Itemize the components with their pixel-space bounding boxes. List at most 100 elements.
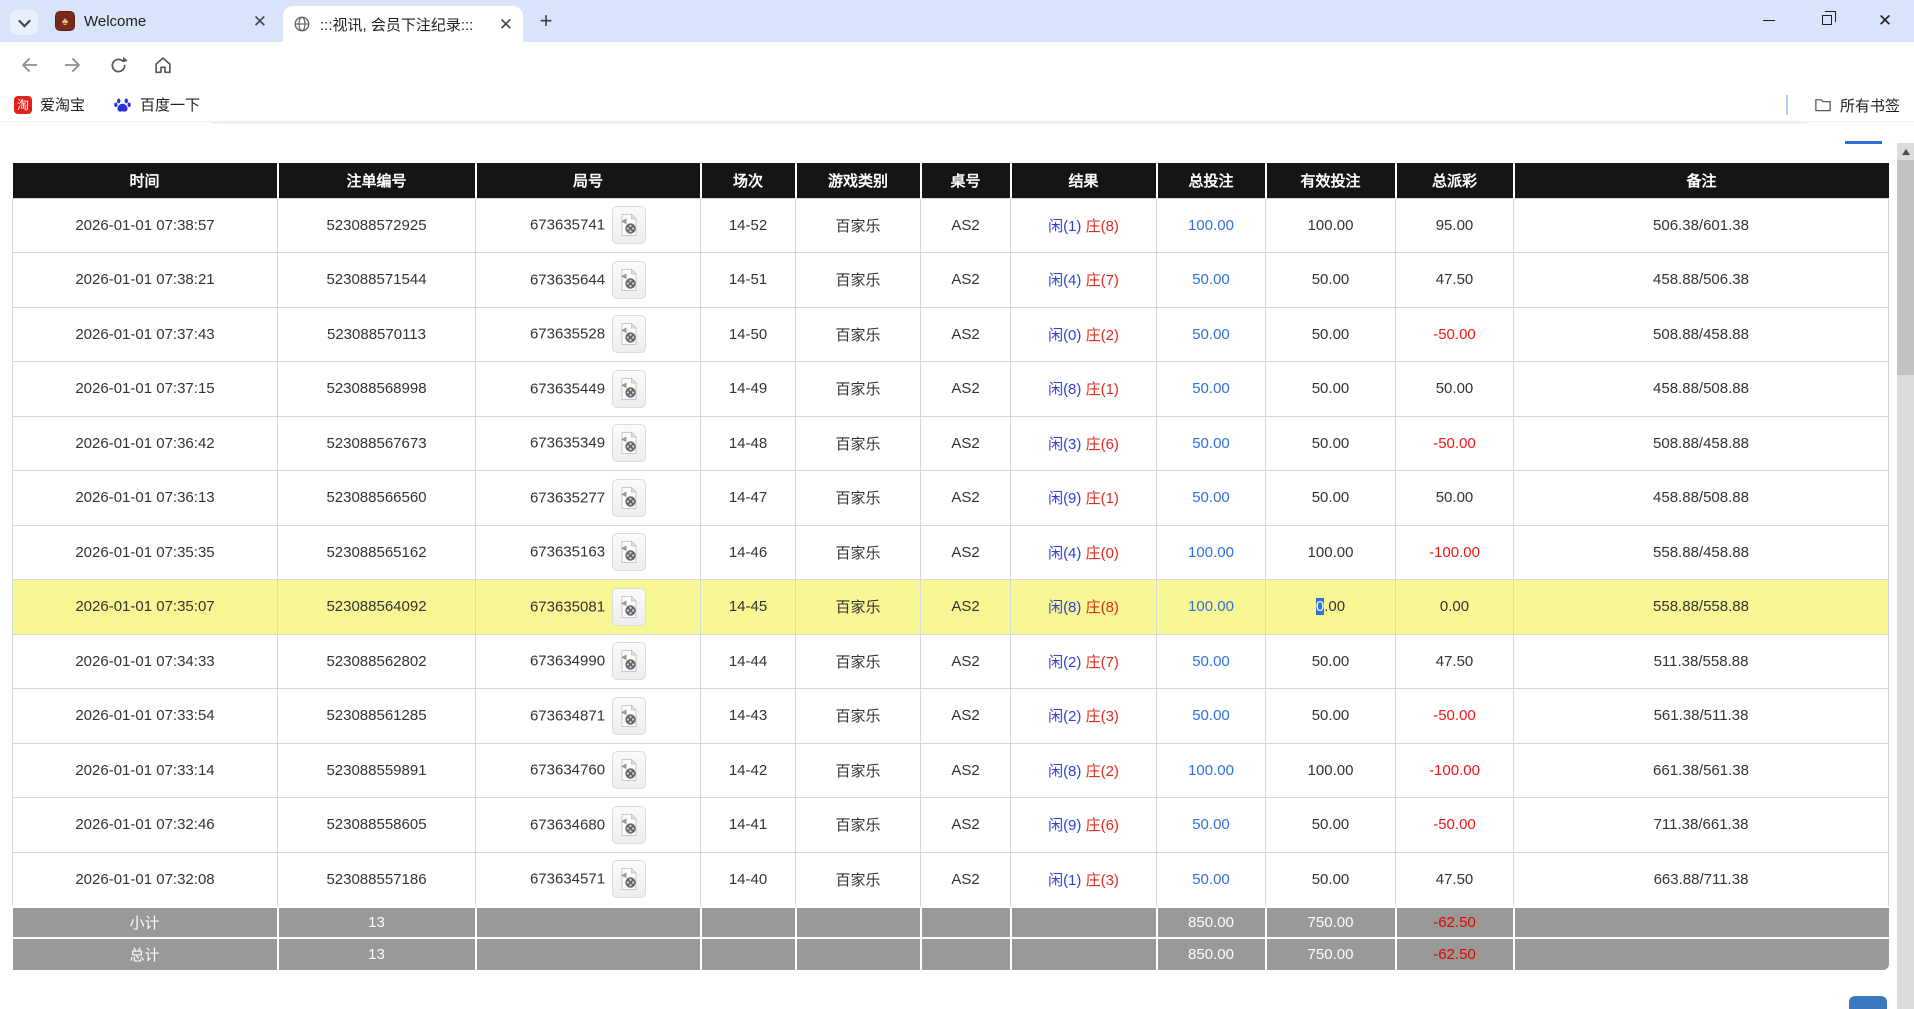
- tab-welcome[interactable]: ♠ Welcome ✕: [45, 0, 277, 42]
- table-row[interactable]: 2026-01-01 07:35:35523088565162673635163…: [13, 525, 1889, 580]
- total-bet-link[interactable]: 50.00: [1192, 326, 1230, 343]
- remark-cell: 661.38/561.38: [1514, 743, 1889, 798]
- back-button[interactable]: [12, 48, 46, 82]
- video-replay-button[interactable]: [612, 860, 646, 898]
- session-cell: 14-48: [701, 416, 796, 471]
- table-row[interactable]: 2026-01-01 07:34:33523088562802673634990…: [13, 634, 1889, 689]
- total-bet-link[interactable]: 50.00: [1192, 707, 1230, 724]
- round-cell: 673634871: [476, 689, 701, 744]
- total-bet-link[interactable]: 50.00: [1192, 816, 1230, 833]
- header-time: 时间: [13, 163, 278, 198]
- game-type-cell: 百家乐: [796, 634, 921, 689]
- video-replay-button[interactable]: [612, 642, 646, 680]
- session-cell: 14-44: [701, 634, 796, 689]
- video-replay-icon: [619, 813, 639, 837]
- tab-search-button[interactable]: [10, 10, 38, 35]
- forward-button[interactable]: [56, 48, 90, 82]
- total-bet-link[interactable]: 50.00: [1192, 871, 1230, 888]
- tab-close-icon[interactable]: ✕: [253, 13, 267, 30]
- header-result: 结果: [1011, 163, 1157, 198]
- video-replay-button[interactable]: [612, 261, 646, 299]
- video-replay-button[interactable]: [612, 751, 646, 789]
- video-replay-button[interactable]: [612, 424, 646, 462]
- tab-close-icon[interactable]: ✕: [499, 16, 513, 33]
- video-replay-button[interactable]: [612, 479, 646, 517]
- bookmark-taobao[interactable]: 淘 爱淘宝: [14, 94, 85, 115]
- session-cell: 14-52: [701, 198, 796, 253]
- footer-label-cell: 总计: [13, 938, 278, 970]
- round-number: 673634760: [530, 762, 605, 779]
- total-bet-cell: 50.00: [1157, 798, 1266, 853]
- minimize-button[interactable]: [1740, 0, 1798, 40]
- total-bet-cell: 50.00: [1157, 852, 1266, 907]
- all-bookmarks-button[interactable]: 所有书签: [1786, 88, 1900, 122]
- total-bet-link[interactable]: 100.00: [1188, 598, 1234, 615]
- total-bet-link[interactable]: 50.00: [1192, 489, 1230, 506]
- close-button[interactable]: ✕: [1856, 0, 1914, 40]
- video-replay-button[interactable]: [612, 206, 646, 244]
- video-replay-button[interactable]: [612, 533, 646, 571]
- tab-bet-records-active[interactable]: :::视讯, 会员下注纪录::: ✕: [283, 6, 523, 42]
- welcome-favicon-icon: ♠: [55, 11, 75, 31]
- table-row[interactable]: 2026-01-01 07:32:46523088558605673634680…: [13, 798, 1889, 853]
- total-bet-cell: 50.00: [1157, 416, 1266, 471]
- restore-icon: [1822, 15, 1832, 25]
- new-tab-button[interactable]: +: [533, 8, 559, 34]
- forward-arrow-icon: [62, 54, 84, 76]
- bet-id-cell: 523088565162: [278, 525, 476, 580]
- table-row[interactable]: 2026-01-01 07:36:42523088567673673635349…: [13, 416, 1889, 471]
- table-row[interactable]: 2026-01-01 07:35:07523088564092673635081…: [13, 580, 1889, 635]
- table-row[interactable]: 2026-01-01 07:33:14523088559891673634760…: [13, 743, 1889, 798]
- header-valid-bet: 有效投注: [1266, 163, 1396, 198]
- table-no-cell: AS2: [921, 525, 1011, 580]
- total-bet-link[interactable]: 100.00: [1188, 762, 1234, 779]
- footer-empty-cell: [796, 938, 921, 970]
- result-cell: 闲(8) 庄(8): [1011, 580, 1157, 635]
- home-button[interactable]: [146, 48, 180, 82]
- floating-blue-button[interactable]: [1849, 996, 1887, 1009]
- video-replay-button[interactable]: [612, 370, 646, 408]
- scrollbar-thumb[interactable]: [1897, 160, 1914, 375]
- table-row[interactable]: 2026-01-01 07:38:21523088571544673635644…: [13, 253, 1889, 308]
- footer-empty-cell: [701, 907, 796, 939]
- reload-button[interactable]: [101, 48, 135, 82]
- header-game-type: 游戏类别: [796, 163, 921, 198]
- table-row[interactable]: 2026-01-01 07:33:54523088561285673634871…: [13, 689, 1889, 744]
- payout-cell: 47.50: [1396, 253, 1514, 308]
- total-bet-link[interactable]: 50.00: [1192, 653, 1230, 670]
- session-cell: 14-50: [701, 307, 796, 362]
- round-number: 673635449: [530, 380, 605, 397]
- total-row: 总计 13 850.00 750.00 -62.50: [13, 938, 1889, 970]
- restore-button[interactable]: [1798, 0, 1856, 40]
- video-replay-button[interactable]: [612, 806, 646, 844]
- table-row[interactable]: 2026-01-01 07:37:15523088568998673635449…: [13, 362, 1889, 417]
- valid-bet-cell: 50.00: [1266, 416, 1396, 471]
- scrollbar-up-button[interactable]: [1897, 143, 1914, 160]
- table-no-cell: AS2: [921, 416, 1011, 471]
- bookmark-baidu[interactable]: 百度一下: [113, 94, 200, 115]
- total-bet-link[interactable]: 100.00: [1188, 217, 1234, 234]
- total-bet-link[interactable]: 50.00: [1192, 380, 1230, 397]
- video-replay-icon: [619, 213, 639, 237]
- video-replay-button[interactable]: [612, 315, 646, 353]
- video-replay-button[interactable]: [612, 697, 646, 735]
- bet-id-cell: 523088567673: [278, 416, 476, 471]
- table-no-cell: AS2: [921, 689, 1011, 744]
- table-row[interactable]: 2026-01-01 07:32:08523088557186673634571…: [13, 852, 1889, 907]
- valid-bet-cell: 50.00: [1266, 634, 1396, 689]
- video-replay-button[interactable]: [612, 588, 646, 626]
- table-row[interactable]: 2026-01-01 07:36:13523088566560673635277…: [13, 471, 1889, 526]
- table-row[interactable]: 2026-01-01 07:38:57523088572925673635741…: [13, 198, 1889, 253]
- time-cell: 2026-01-01 07:37:15: [13, 362, 278, 417]
- table-row[interactable]: 2026-01-01 07:37:43523088570113673635528…: [13, 307, 1889, 362]
- header-bet-id: 注单编号: [278, 163, 476, 198]
- game-type-cell: 百家乐: [796, 525, 921, 580]
- round-number: 673635528: [530, 326, 605, 343]
- total-bet-link[interactable]: 50.00: [1192, 271, 1230, 288]
- all-bookmarks-label: 所有书签: [1840, 95, 1900, 116]
- total-bet-link[interactable]: 100.00: [1188, 544, 1234, 561]
- round-number: 673634871: [530, 707, 605, 724]
- total-bet-link[interactable]: 50.00: [1192, 435, 1230, 452]
- back-arrow-icon: [18, 54, 40, 76]
- page-scrollbar[interactable]: [1897, 143, 1914, 1009]
